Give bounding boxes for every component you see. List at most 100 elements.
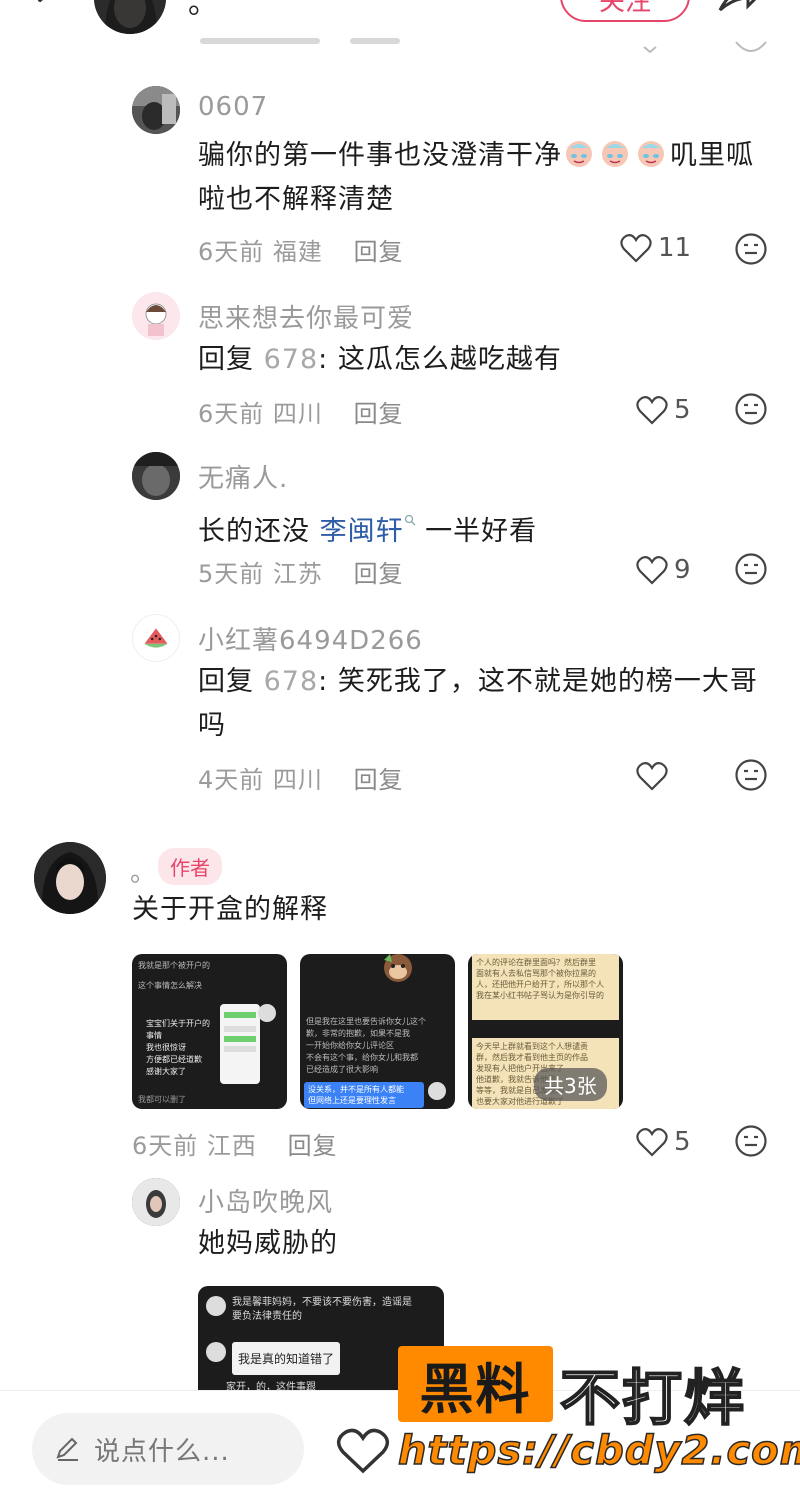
- heart-icon: [636, 556, 668, 585]
- comment-meta: 6天前 福建 回复: [198, 232, 404, 267]
- comment-input[interactable]: 说点什么...: [32, 1413, 304, 1485]
- emoji-react-icon[interactable]: [734, 552, 768, 586]
- comment-image[interactable]: 个人的评论在群里面吗？然后群里 面就有人去私信骂那个被你拉黑的 人，还把他开户给…: [468, 954, 623, 1109]
- image-text-line: 这个事情怎么解决: [138, 981, 202, 990]
- avatar[interactable]: [132, 614, 180, 662]
- header-author-name: 。: [188, 0, 218, 21]
- emoji-react-icon[interactable]: [734, 392, 768, 426]
- reply-button[interactable]: 回复: [354, 238, 404, 266]
- like-button[interactable]: 11: [620, 228, 691, 268]
- reply-button[interactable]: 回复: [354, 560, 404, 588]
- pencil-icon: [54, 1435, 82, 1463]
- comment-meta: 6天前 江西 回复: [132, 1126, 338, 1161]
- reply-button[interactable]: 回复: [354, 766, 404, 794]
- comment-text-part: 吗: [198, 710, 226, 741]
- comment-username[interactable]: 思来想去你最可爱: [198, 298, 414, 335]
- image-text-line: 人，还把他开户给开了，所以那个人: [476, 980, 604, 989]
- author-badge: 作者: [158, 848, 222, 885]
- reply-button[interactable]: 回复: [288, 1132, 338, 1160]
- like-button[interactable]: 5: [636, 1122, 691, 1162]
- comment-time: 6天前: [132, 1132, 199, 1160]
- heart-icon: [636, 1128, 668, 1157]
- comment-image[interactable]: 我就是那个被开户的 这个事情怎么解决 宝宝们关于开户的事情 我也很惊讶 方便都已…: [132, 954, 287, 1109]
- comment-text-part: : 笑死我了，这不就是她的榜一大哥: [318, 666, 758, 697]
- comment-meta: 4天前 四川 回复: [198, 760, 404, 795]
- heart-icon[interactable]: [336, 1427, 390, 1475]
- back-icon[interactable]: [30, 0, 60, 16]
- comment-username[interactable]: 无痛人.: [198, 458, 288, 495]
- reply-prefix: 回复: [198, 344, 254, 375]
- watermark-url: https://cbdy2.com: [397, 1427, 800, 1475]
- image-text-line: 群，然后我才看到他主页的作品: [476, 1053, 588, 1062]
- like-count: 11: [658, 233, 692, 263]
- comment-username[interactable]: 0607: [198, 92, 268, 122]
- search-link[interactable]: 李闽轩: [320, 516, 404, 547]
- reply-to-user[interactable]: 678: [264, 344, 319, 375]
- comment-text-part: 一半好看: [415, 516, 538, 547]
- like-button[interactable]: [636, 756, 674, 796]
- comment-username[interactable]: 。: [130, 852, 157, 889]
- crying-emoji-icon: [562, 138, 670, 168]
- emoji-react-icon[interactable]: [734, 232, 768, 266]
- image-text-line: 一开始你给你女儿评论区: [306, 1041, 394, 1050]
- image-text-line: 方便都已经道歉: [146, 1055, 202, 1064]
- header-author-avatar[interactable]: [94, 0, 166, 34]
- search-icon: [404, 498, 416, 526]
- like-count: 9: [674, 555, 691, 585]
- image-text-line: 我就是那个被开户的: [138, 961, 210, 970]
- avatar[interactable]: [132, 292, 180, 340]
- comment-location: 四川: [272, 400, 323, 428]
- cut-off-emoji-icon: [734, 40, 768, 58]
- reply-button[interactable]: 回复: [354, 400, 404, 428]
- avatar[interactable]: [132, 1178, 180, 1226]
- image-text-line: 宝宝们关于开户的事情: [146, 1019, 210, 1040]
- comment-image[interactable]: 但是我在这里也要告诉你女儿这个 歉，非常的抱歉，如果不是我 一开始你给你女儿评论…: [300, 954, 455, 1109]
- comment-text: 回复 678: 笑死我了，这不就是她的榜一大哥 吗: [198, 660, 770, 748]
- follow-button[interactable]: 关注: [560, 0, 690, 22]
- heart-icon: [620, 234, 652, 263]
- avatar[interactable]: [132, 86, 180, 134]
- comment-time: 5天前: [198, 560, 265, 588]
- image-text-line: 感谢大家了: [146, 1067, 186, 1076]
- monkey-sticker-icon: [380, 954, 416, 984]
- comment-input-placeholder: 说点什么...: [94, 1436, 230, 1467]
- emoji-react-icon[interactable]: [734, 758, 768, 792]
- reply-to-user[interactable]: 678: [264, 666, 319, 697]
- emoji-react-icon[interactable]: [734, 1124, 768, 1158]
- image-text-line: 歉，非常的抱歉，如果不是我: [306, 1029, 410, 1038]
- comment-text: 她妈威胁的: [198, 1228, 338, 1259]
- image-text-line: 但是我在这里也要告诉你女儿这个: [306, 1017, 426, 1026]
- heart-icon: [636, 762, 668, 791]
- comment-text: 关于开盒的解释: [132, 894, 328, 925]
- image-text-line: 没关系，并不是所有人都能: [308, 1085, 404, 1094]
- comment-username[interactable]: 小岛吹晚风: [198, 1182, 333, 1219]
- image-text-line: 已经造成了很大影响: [306, 1065, 378, 1074]
- image-text-line: 我是真的知道错了: [238, 1352, 335, 1366]
- comment-time: 6天前: [198, 238, 265, 266]
- image-text-line: 我也很惊讶: [146, 1043, 186, 1052]
- like-count: 5: [674, 395, 691, 425]
- like-count: 5: [674, 1127, 691, 1157]
- avatar[interactable]: [132, 452, 180, 500]
- comment-text-part: 骗你的第一件事也没澄清干净: [198, 140, 562, 171]
- reply-prefix: 回复: [198, 666, 254, 697]
- like-button[interactable]: 9: [636, 550, 691, 590]
- comment-username[interactable]: 小红薯6494D266: [198, 620, 423, 657]
- image-text-line: 不会有这个事，给你女儿和我都: [306, 1053, 418, 1062]
- like-button[interactable]: 5: [636, 390, 691, 430]
- follow-label: 关注: [598, 0, 651, 17]
- share-icon[interactable]: [716, 0, 762, 16]
- image-text-line: 但网络上还是要理性发言: [308, 1096, 396, 1105]
- image-text-line: 面就有人去私信骂那个被你拉黑的: [476, 969, 596, 978]
- cut-off-row: [200, 30, 420, 48]
- watermark-label: 黑料: [419, 1357, 532, 1421]
- author-avatar[interactable]: [34, 842, 106, 914]
- image-text-line: 个人的评论在群里面吗？然后群里: [476, 958, 596, 967]
- image-count-label: 共3张: [544, 1074, 597, 1098]
- image-text-line: 我是馨菲妈妈，不要该不要伤害，造谣是: [232, 1297, 412, 1308]
- cut-off-chevron-icon: [640, 40, 660, 54]
- comment-text: 回复 678: 这瓜怎么越吃越有: [198, 338, 770, 382]
- comment-text: 骗你的第一件事也没澄清干净 叽里呱啦也不解释清楚: [198, 134, 770, 222]
- comment-time: 4天前: [198, 766, 265, 794]
- comment-meta: 6天前 四川 回复: [198, 394, 404, 429]
